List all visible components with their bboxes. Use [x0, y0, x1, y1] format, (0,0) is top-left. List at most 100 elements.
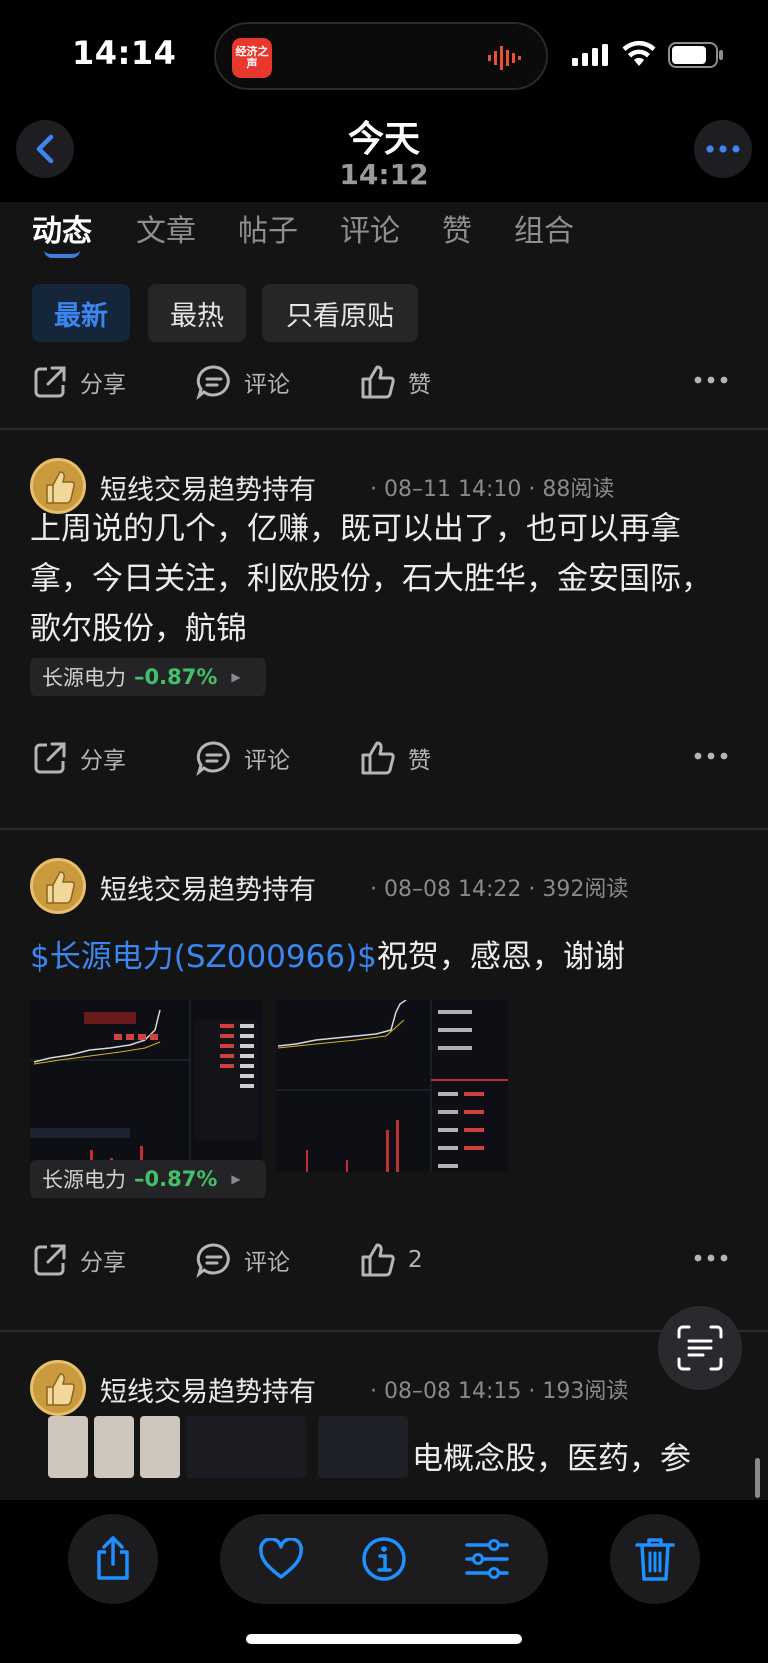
tab-wenzhang[interactable]: 文章: [136, 206, 196, 250]
post-header: 短线交易趋势持有 · 08–08 14:15 · 193阅读: [30, 1360, 750, 1416]
profile-tabs: 动态 文章 帖子 评论 赞 组合: [0, 202, 768, 266]
battery-icon: [668, 42, 723, 68]
tab-zan[interactable]: 赞: [442, 206, 472, 250]
wifi-icon: [622, 40, 656, 66]
audio-wave-icon: [488, 46, 521, 70]
comment-icon: [196, 1243, 230, 1278]
share-icon: [34, 742, 66, 774]
post-more-icon[interactable]: [694, 376, 728, 384]
filter-latest[interactable]: 最新: [32, 284, 130, 342]
thumbnail-image[interactable]: [94, 1416, 134, 1478]
author-name[interactable]: 短线交易趋势持有: [100, 468, 316, 507]
share-label: 分享: [80, 748, 126, 774]
comment-button[interactable]: 评论: [196, 1242, 290, 1278]
thumbnail-image[interactable]: [186, 1416, 306, 1478]
order-book-thumbnail: [276, 1000, 508, 1172]
status-time: 14:14: [72, 34, 177, 72]
ellipsis-icon: [706, 145, 740, 153]
like-count: 2: [408, 1247, 423, 1273]
thumbs-up-icon: [361, 1243, 395, 1277]
comment-button[interactable]: 评论: [196, 364, 290, 400]
status-bar: 14:14 经济之声: [0, 0, 768, 110]
comment-icon: [196, 365, 230, 400]
post-actions: 分享 评论 赞: [0, 352, 768, 412]
share-icon: [34, 1244, 66, 1276]
info-icon: [362, 1537, 406, 1581]
post-text[interactable]: 上周说的几个，亿赚，既可以出了，也可以再拿拿，今日关注，利欧股份，石大胜华，金安…: [30, 504, 740, 654]
more-options-button[interactable]: [694, 120, 752, 178]
post-header: 短线交易趋势持有 · 08–08 14:22 · 392阅读: [30, 858, 750, 914]
stock-name: 长源电力: [42, 666, 126, 690]
filter-original-only[interactable]: 只看原贴: [262, 284, 418, 342]
photo-scrubber-strip[interactable]: [18, 1416, 418, 1480]
home-indicator[interactable]: [246, 1634, 522, 1644]
stock-tag[interactable]: 长源电力 –0.87% ▶: [30, 1160, 266, 1198]
filter-hottest[interactable]: 最热: [148, 284, 246, 342]
page-title: 今天: [347, 119, 420, 160]
tab-pinglun[interactable]: 评论: [340, 206, 400, 250]
share-icon: [34, 366, 66, 398]
post-actions: 分享 评论 2: [0, 1230, 768, 1290]
comment-button[interactable]: 评论: [196, 740, 290, 776]
stock-link[interactable]: $长源电力(SZ000966)$: [30, 939, 377, 975]
tab-zuhe[interactable]: 组合: [514, 206, 574, 250]
info-button[interactable]: [359, 1534, 409, 1584]
like-button[interactable]: 赞: [360, 364, 431, 400]
comment-label: 评论: [244, 372, 290, 398]
toolbar-center-group: [220, 1514, 548, 1604]
thumbs-up-avatar-icon: [46, 871, 75, 904]
post-text[interactable]: $长源电力(SZ000966)$祝贺，感恩，谢谢: [30, 932, 740, 982]
share-sheet-button[interactable]: [68, 1514, 158, 1604]
thumbs-up-avatar-icon: [46, 1373, 75, 1406]
favorite-button[interactable]: [256, 1534, 306, 1584]
play-arrow-icon: ▶: [231, 670, 241, 684]
author-name[interactable]: 短线交易趋势持有: [100, 868, 316, 907]
divider: [0, 428, 768, 430]
text-scan-icon: [677, 1325, 723, 1371]
dynamic-island[interactable]: 经济之声: [214, 22, 548, 90]
post-meta: · 08–08 14:15 · 193阅读: [370, 1379, 629, 1404]
stock-chart-thumbnail: [30, 1000, 262, 1172]
bottom-toolbar: [0, 1500, 768, 1663]
post-more-icon[interactable]: [694, 752, 728, 760]
thumbnail-image[interactable]: [318, 1416, 408, 1478]
like-button[interactable]: 2: [360, 1242, 423, 1278]
author-name[interactable]: 短线交易趋势持有: [100, 1370, 316, 1409]
cellular-signal-icon: [572, 44, 608, 66]
share-button[interactable]: 分享: [32, 364, 126, 400]
comment-label: 评论: [244, 1250, 290, 1276]
tab-tiezi[interactable]: 帖子: [238, 206, 298, 250]
app-badge-icon: 经济之声: [232, 38, 272, 78]
delete-button[interactable]: [610, 1514, 700, 1604]
thumbnail-image[interactable]: [48, 1416, 88, 1478]
adjust-button[interactable]: [462, 1534, 512, 1584]
post-image-order-book[interactable]: [276, 1000, 508, 1172]
share-button[interactable]: 分享: [32, 1242, 126, 1278]
divider: [0, 828, 768, 830]
post-meta: · 08–08 14:22 · 392阅读: [370, 877, 629, 902]
heart-icon: [259, 1538, 303, 1579]
share-label: 分享: [80, 1250, 126, 1276]
like-button[interactable]: 赞: [360, 740, 431, 776]
post-meta: · 08–11 14:10 · 88阅读: [370, 477, 615, 502]
thumbs-up-icon: [361, 365, 395, 399]
tab-dongtai[interactable]: 动态: [32, 206, 92, 250]
share-label: 分享: [80, 372, 126, 398]
post-more-icon[interactable]: [694, 1254, 728, 1262]
avatar[interactable]: [30, 858, 86, 914]
share-button[interactable]: 分享: [32, 740, 126, 776]
post-text[interactable]: 电概念股，医药，参: [412, 1434, 742, 1484]
active-tab-indicator: [44, 250, 80, 258]
post-actions: 分享 评论 赞: [0, 728, 768, 788]
live-text-scan-button[interactable]: [658, 1306, 742, 1390]
thumbnail-image[interactable]: [140, 1416, 180, 1478]
scroll-indicator[interactable]: [755, 1458, 760, 1498]
thumbs-up-icon: [361, 741, 395, 775]
comment-icon: [196, 741, 230, 776]
stock-tag[interactable]: 长源电力 –0.87% ▶: [30, 658, 266, 696]
share-up-icon: [97, 1536, 129, 1580]
stock-change: –0.87%: [134, 665, 218, 689]
post-image-stock-chart[interactable]: [30, 1000, 262, 1172]
avatar[interactable]: [30, 1360, 86, 1416]
trash-icon: [635, 1538, 675, 1581]
